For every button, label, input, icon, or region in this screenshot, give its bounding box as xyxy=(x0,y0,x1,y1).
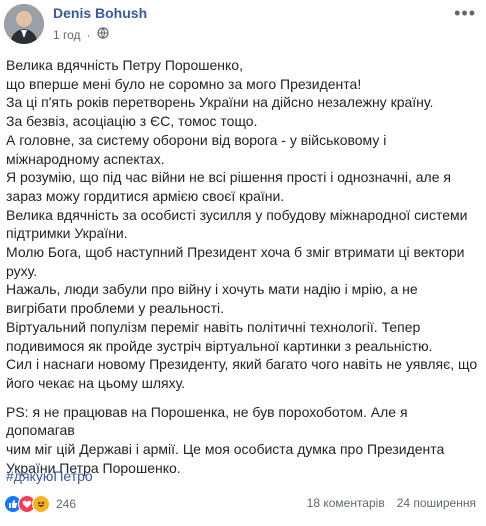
post-line: Велика вдячність Петру Порошенко, xyxy=(6,57,243,73)
facebook-post: Denis Bohush 1 год · ••• Велика вдячніст… xyxy=(0,0,486,526)
hashtag-link[interactable]: #дякуюПетро xyxy=(6,468,93,484)
post-line: Велика вдячність за особисті зусилля у п… xyxy=(6,206,468,223)
post-time[interactable]: 1 год xyxy=(53,28,81,42)
post-line: міжнародному аспектах. xyxy=(6,150,165,167)
post-line: За безвіз, асоціацію з ЄС, томос тощо. xyxy=(6,113,258,130)
post-meta: 1 год · xyxy=(53,27,109,42)
globe-icon[interactable] xyxy=(96,27,109,42)
post-line: підтримки України. xyxy=(6,225,128,242)
post-line: що вперше мені було не соромно за мого П… xyxy=(6,75,362,92)
post-line: Нажаль, люди забули про війну і хочуть м… xyxy=(6,281,418,298)
ps-line: чим міг цій Державі і армії. Це моя особ… xyxy=(6,441,445,458)
post-line: Молю Бога, щоб наступний Президент хоча … xyxy=(6,244,465,261)
shares-count[interactable]: 24 поширення xyxy=(397,496,476,510)
more-options-icon[interactable]: ••• xyxy=(454,3,476,24)
reactions-summary[interactable]: 246 xyxy=(4,495,76,513)
author-avatar[interactable] xyxy=(4,4,44,44)
ps-line: PS: я не працював на Порошенка, не був п… xyxy=(6,403,408,439)
post-stats: 18 коментарів 24 поширення xyxy=(307,496,476,510)
post-line: вигрібати проблеми у реальності. xyxy=(6,300,225,317)
author-name[interactable]: Denis Bohush xyxy=(53,5,147,21)
post-line: А головне, за систему оборони від ворога… xyxy=(6,131,387,148)
post-line: Я розумію, що під час війни не всі рішен… xyxy=(6,169,451,186)
post-line: За ці п'ять років перетворень України на… xyxy=(6,94,434,111)
dot-separator: · xyxy=(86,27,91,42)
haha-icon xyxy=(32,495,50,513)
reaction-count: 246 xyxy=(56,497,77,511)
post-line: зараз можу гордитися армією своєї країни… xyxy=(6,187,285,204)
comments-count[interactable]: 18 коментарів xyxy=(307,496,385,510)
post-line: його чекає на цьому шляху. xyxy=(6,374,186,391)
post-footer: 246 18 коментарів 24 поширення xyxy=(0,490,486,526)
post-line: Сил і наснаги новому Президенту, який ба… xyxy=(6,356,478,373)
post-text: Велика вдячність Петру Порошенко, що впе… xyxy=(6,56,480,477)
post-line: подивимося як пройде зустріч віртуальної… xyxy=(6,337,433,354)
post-line: Віртуальний популізм переміг навіть полі… xyxy=(6,318,421,335)
post-line: руху. xyxy=(6,262,38,279)
